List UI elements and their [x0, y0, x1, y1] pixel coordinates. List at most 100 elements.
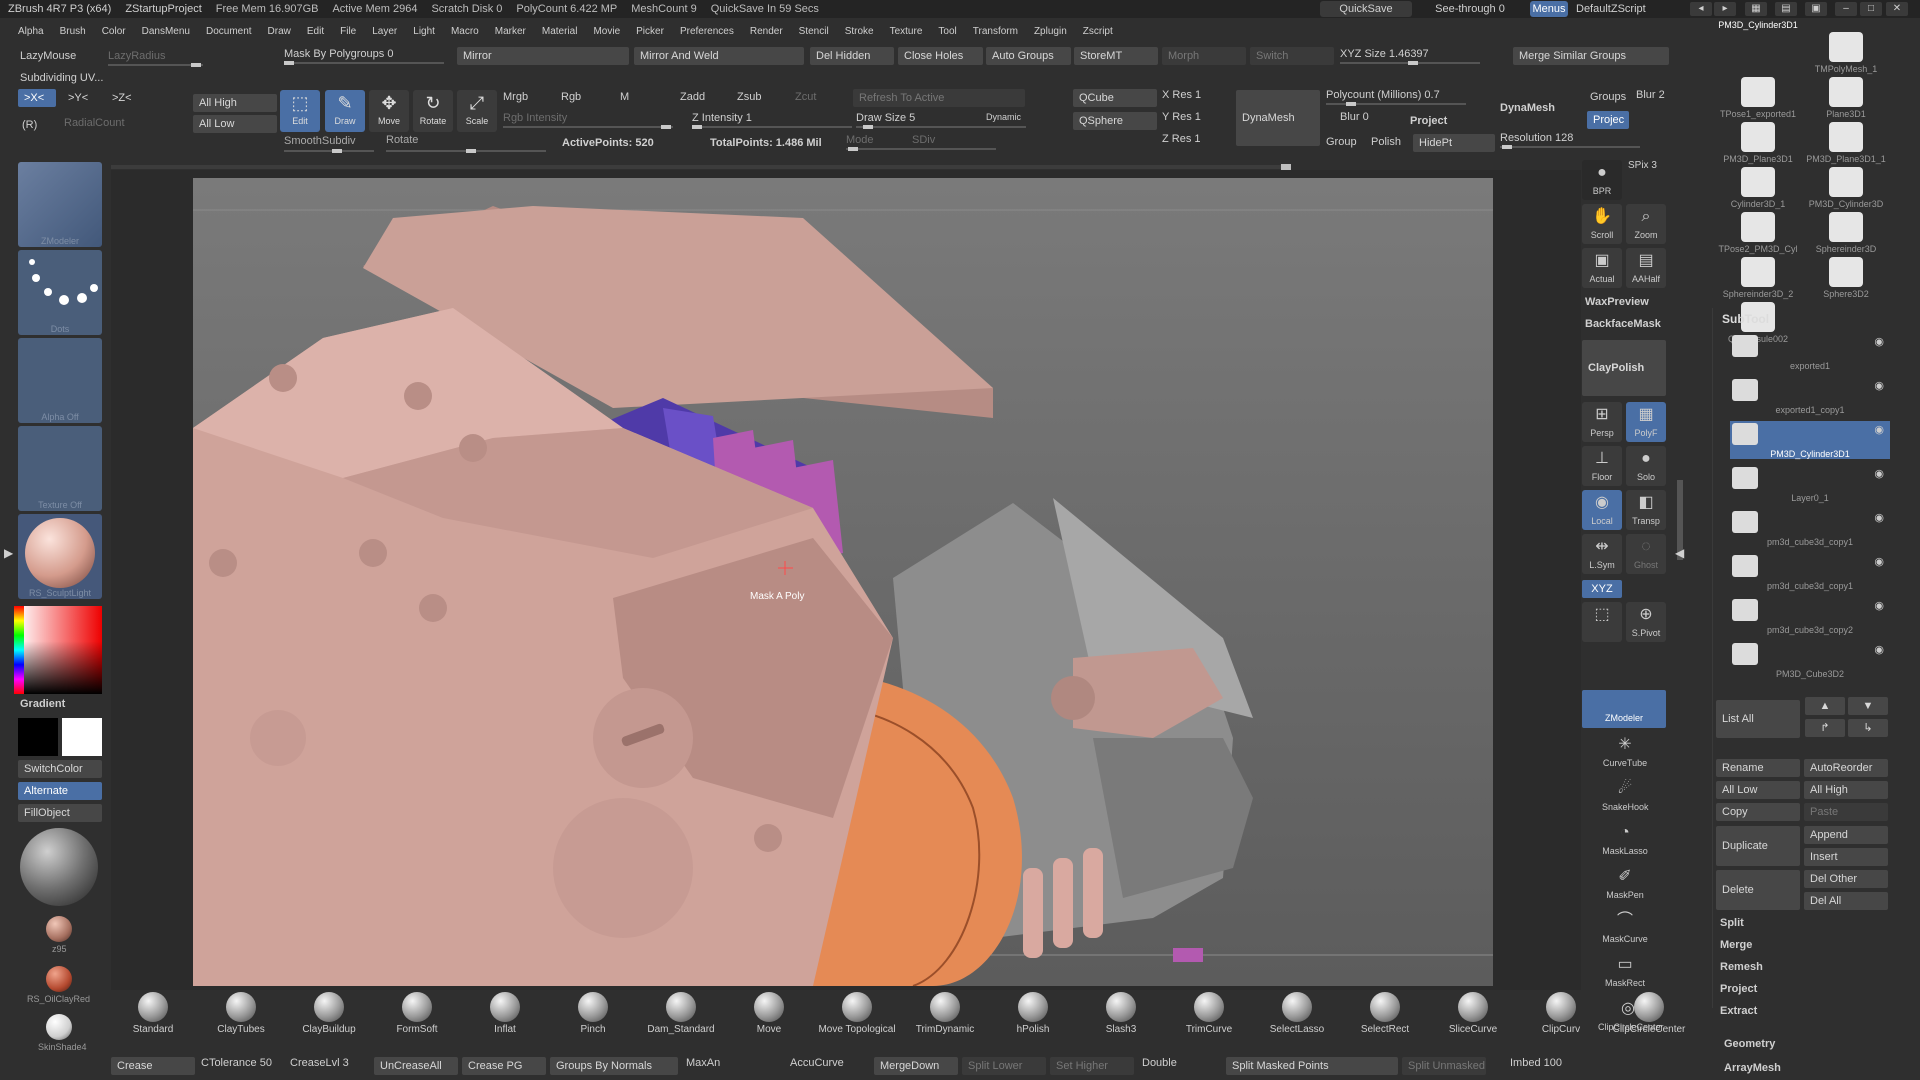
mirror-and-weld-button[interactable]: Mirror And Weld — [634, 47, 804, 65]
ghost-button[interactable]: ◌ Ghost — [1626, 534, 1666, 574]
switch-button[interactable]: Switch — [1250, 47, 1334, 65]
z-intensity-slider[interactable]: Z Intensity 1 — [692, 112, 752, 124]
menu-item[interactable]: Draw — [268, 26, 291, 37]
all-high-button[interactable]: All High — [193, 94, 277, 112]
alternate-button[interactable]: Alternate — [18, 782, 102, 800]
maximize-icon[interactable]: □ — [1860, 2, 1882, 16]
rgb-toggle[interactable]: Rgb — [561, 91, 581, 103]
polycount-millions-slider[interactable]: Polycount (Millions) 0.7 — [1326, 89, 1440, 101]
accucurve-toggle[interactable]: AccuCurve — [790, 1057, 844, 1069]
auto-groups-button[interactable]: Auto Groups — [986, 47, 1071, 65]
geometry-section[interactable]: Geometry — [1724, 1038, 1775, 1050]
rgb-intensity-slider[interactable]: Rgb Intensity — [503, 112, 567, 124]
menu-item[interactable]: Brush — [60, 26, 86, 37]
menu-item[interactable]: Tool — [938, 26, 956, 37]
eye-icon[interactable]: ◉ — [1874, 467, 1884, 480]
m-toggle[interactable]: M — [620, 91, 629, 103]
subtool-item[interactable]: ◉ exported1_copy1 — [1730, 377, 1890, 415]
y-res-slider[interactable]: Y Res 1 — [1162, 111, 1201, 123]
rgb-intensity-track[interactable] — [503, 125, 673, 129]
morph-button[interactable]: Morph — [1162, 47, 1246, 65]
menu-item[interactable]: Stencil — [799, 26, 829, 37]
creaselvl-slider[interactable]: CreaseLvl 3 — [290, 1057, 349, 1069]
del-hidden-button[interactable]: Del Hidden — [810, 47, 894, 65]
rotate-track[interactable] — [386, 149, 546, 153]
project-toggle[interactable]: Project — [1410, 115, 1447, 127]
double-toggle[interactable]: Double — [1142, 1057, 1177, 1069]
eye-icon[interactable]: ◉ — [1874, 379, 1884, 392]
backfacemask-toggle[interactable]: BackfaceMask — [1585, 318, 1661, 330]
menu-item[interactable]: Marker — [495, 26, 526, 37]
actual-button[interactable]: ▣ Actual — [1582, 248, 1622, 288]
tool-thumbnail[interactable]: Plane3D1 — [1804, 77, 1888, 119]
menu-item[interactable]: Transform — [973, 26, 1018, 37]
tool-thumbnail[interactable]: Sphereinder3D — [1804, 212, 1888, 254]
frame-button[interactable]: ⬚ — [1582, 602, 1622, 642]
append-button[interactable]: Append — [1804, 826, 1888, 844]
brush-slot[interactable]: Inflat — [465, 992, 545, 1035]
maskcurve-brush[interactable]: ⌒ MaskCurve — [1602, 908, 1648, 948]
tool-thumbnail[interactable]: TPose1_exported1 — [1716, 77, 1800, 119]
symmetry-x-button[interactable]: >X< — [18, 89, 56, 107]
tool-thumbnail[interactable]: PM3D_Cylinder3D — [1804, 167, 1888, 209]
subtool-item[interactable]: ◉ Layer0_1 — [1730, 465, 1890, 503]
subtool-item[interactable]: ◉ PM3D_Cylinder3D1 — [1730, 421, 1890, 459]
brush-slot[interactable]: SelectRect — [1345, 992, 1425, 1035]
tool-thumbnail[interactable]: Sphere3D2 — [1804, 257, 1888, 299]
menu-item[interactable]: Zplugin — [1034, 26, 1067, 37]
color-picker[interactable] — [14, 606, 102, 694]
symmetry-y-button[interactable]: >Y< — [62, 89, 100, 107]
eye-icon[interactable]: ◉ — [1874, 335, 1884, 348]
draw-mode-button[interactable]: ✎ Draw — [325, 90, 365, 132]
refresh-to-active-button[interactable]: Refresh To Active — [853, 89, 1025, 107]
subtool-item[interactable]: ◉ pm3d_cube3d_copy1 — [1730, 553, 1890, 591]
maskrect-brush[interactable]: ▭ MaskRect — [1602, 952, 1648, 992]
transp-button[interactable]: ◧ Transp — [1626, 490, 1666, 530]
brush-slot[interactable]: Move Topological — [817, 992, 897, 1035]
copy-button[interactable]: Copy — [1716, 803, 1800, 821]
zsub-toggle[interactable]: Zsub — [737, 91, 761, 103]
maskpen-brush[interactable]: ✐ MaskPen — [1602, 864, 1648, 904]
curvetube-brush[interactable]: ✳ CurveTube — [1602, 732, 1648, 772]
subtool-item[interactable]: ◉ PM3D_Cube3D2 — [1730, 641, 1890, 679]
lazymouse-toggle[interactable]: LazyMouse — [20, 50, 76, 62]
xyz-size-track[interactable] — [1340, 61, 1480, 65]
smooth-subdiv-toggle[interactable]: SmoothSubdiv — [284, 135, 356, 147]
eye-icon[interactable]: ◉ — [1874, 423, 1884, 436]
tray-toggle-right-icon[interactable]: ◀ — [1675, 546, 1684, 560]
z-intensity-track[interactable] — [692, 125, 852, 129]
split-lower-button[interactable]: Split Lower — [962, 1057, 1046, 1075]
zadd-toggle[interactable]: Zadd — [680, 91, 705, 103]
menu-item[interactable]: DansMenu — [142, 26, 190, 37]
mergedown-button[interactable]: MergeDown — [874, 1057, 958, 1075]
rotate-mode-button[interactable]: ↻ Rotate — [413, 90, 453, 132]
layout-right-icon[interactable]: ▸ — [1714, 2, 1736, 16]
draw-size-slider[interactable]: Draw Size 5 — [856, 112, 915, 124]
quicksave-button[interactable]: QuickSave — [1320, 1, 1412, 17]
tray-toggle-left-icon[interactable]: ▶ — [4, 546, 13, 560]
split-unmasked-button[interactable]: Split Unmasked — [1402, 1057, 1486, 1075]
brush-slot[interactable]: Pinch — [553, 992, 633, 1035]
merge-similar-groups-button[interactable]: Merge Similar Groups — [1513, 47, 1669, 65]
tool-thumbnail[interactable]: TMPolyMesh_1 — [1804, 32, 1888, 74]
zcut-toggle[interactable]: Zcut — [795, 91, 816, 103]
brush-slot[interactable]: SelectLasso — [1257, 992, 1337, 1035]
mrgb-toggle[interactable]: Mrgb — [503, 91, 528, 103]
groups-toggle[interactable]: Groups — [1590, 91, 1626, 103]
resolution-track[interactable] — [1500, 145, 1640, 149]
close-holes-button[interactable]: Close Holes — [898, 47, 983, 65]
subtool-header[interactable]: SubTool — [1722, 312, 1769, 326]
spix-slider[interactable]: SPix 3 — [1628, 160, 1657, 171]
x-res-slider[interactable]: X Res 1 — [1162, 89, 1201, 101]
eye-icon[interactable]: ◉ — [1874, 643, 1884, 656]
texture-thumbnail[interactable]: Texture Off — [18, 426, 102, 511]
material-oilclay-icon[interactable] — [46, 966, 72, 992]
tool-thumbnail[interactable]: PM3D_Plane3D1_1 — [1804, 122, 1888, 164]
menu-item[interactable]: Edit — [307, 26, 324, 37]
secondary-color-swatch[interactable] — [18, 718, 58, 756]
brush-slot[interactable]: Move — [729, 992, 809, 1035]
spivot-button[interactable]: ⊕ S.Pivot — [1626, 602, 1666, 642]
menu-item[interactable]: Material — [542, 26, 578, 37]
storemt-button[interactable]: StoreMT — [1074, 47, 1158, 65]
subtool-item[interactable]: ◉ pm3d_cube3d_copy1 — [1730, 509, 1890, 547]
